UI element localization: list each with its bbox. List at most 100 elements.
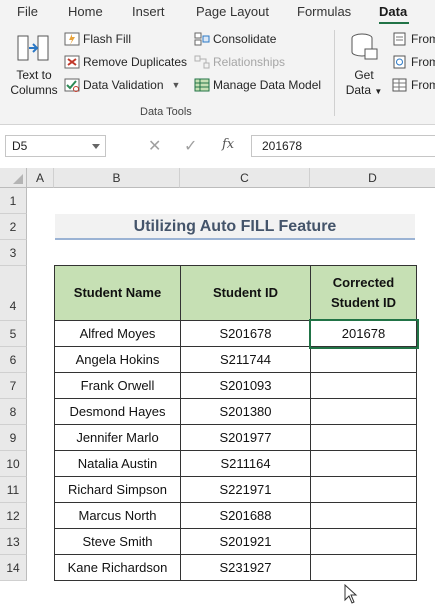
from-text-button[interactable]: From [392, 32, 435, 46]
cell-corrected[interactable] [310, 424, 417, 451]
cell-corrected[interactable] [310, 346, 417, 373]
from-table-button[interactable]: From [392, 78, 435, 92]
cell-corrected[interactable] [310, 398, 417, 425]
tab-data[interactable]: Data [379, 4, 407, 19]
column-header-c[interactable]: C [180, 168, 310, 188]
cell-id[interactable]: S201380 [180, 398, 311, 425]
row-header-7[interactable]: 7 [0, 373, 27, 399]
data-validation-label: Data Validation [83, 78, 164, 92]
cell-name[interactable]: Jennifer Marlo [54, 424, 181, 451]
row-header-2[interactable]: 2 [0, 214, 27, 240]
cancel-icon[interactable]: ✕ [148, 136, 161, 156]
tab-home[interactable]: Home [68, 4, 103, 19]
cell-corrected[interactable] [310, 528, 417, 555]
table-row: Kane Richardson S231927 [54, 554, 417, 581]
relationships-label: Relationships [213, 55, 286, 69]
row-header-8[interactable]: 8 [0, 399, 27, 425]
row-header-9[interactable]: 9 [0, 425, 27, 451]
get-data-button[interactable]: Get Data ▼ [344, 32, 384, 102]
formula-input[interactable]: 201678 [251, 135, 435, 157]
row-header-10[interactable]: 10 [0, 451, 27, 477]
ribbon-data-tools: Text to Columns Flash Fill Remove Duplic… [0, 24, 435, 125]
header-student-id[interactable]: Student ID [180, 265, 311, 321]
cell-id[interactable]: S201921 [180, 528, 311, 555]
column-header-d[interactable]: D [310, 168, 435, 188]
remove-duplicates-icon [64, 55, 80, 69]
name-box-value: D5 [12, 139, 28, 153]
name-box[interactable]: D5 [5, 135, 106, 157]
table-row: Marcus North S201688 [54, 502, 417, 529]
flash-fill-button[interactable]: Flash Fill [64, 32, 131, 46]
consolidate-button[interactable]: Consolidate [194, 32, 276, 46]
row-header-3[interactable]: 3 [0, 240, 27, 266]
formula-buttons: ✕ ✓ fx [140, 135, 248, 157]
cell-corrected[interactable]: 201678 [308, 318, 419, 349]
cell-corrected[interactable] [310, 450, 417, 477]
cell-name[interactable]: Kane Richardson [54, 554, 181, 581]
column-header-a[interactable]: A [27, 168, 54, 188]
tab-formulas[interactable]: Formulas [297, 4, 351, 19]
manage-data-model-button[interactable]: Manage Data Model [194, 78, 321, 92]
worksheet-grid[interactable]: A B C D 1 2 3 4 5 6 7 8 9 10 11 12 13 14… [0, 168, 435, 604]
cell-name[interactable]: Frank Orwell [54, 372, 181, 399]
table-row: Frank Orwell S201093 [54, 372, 417, 399]
from-web-icon [392, 55, 408, 69]
table-row: Richard Simpson S221971 [54, 476, 417, 503]
table-row: Jennifer Marlo S201977 [54, 424, 417, 451]
cell-corrected[interactable] [310, 372, 417, 399]
row-header-5[interactable]: 5 [0, 321, 27, 347]
chevron-down-icon[interactable]: ▼ [172, 80, 181, 90]
insert-function-icon[interactable]: fx [222, 137, 234, 152]
chevron-down-icon[interactable] [92, 144, 100, 149]
sheet-title: Utilizing Auto FILL Feature [55, 214, 415, 240]
cell-id[interactable]: S211164 [180, 450, 311, 477]
cell-name[interactable]: Natalia Austin [54, 450, 181, 477]
get-data-label-1: Get [354, 68, 374, 82]
cell-name[interactable]: Desmond Hayes [54, 398, 181, 425]
cell-corrected[interactable] [310, 554, 417, 581]
row-header-11[interactable]: 11 [0, 477, 27, 503]
data-model-icon [194, 78, 210, 92]
cell-corrected[interactable] [310, 476, 417, 503]
cell-corrected[interactable] [310, 502, 417, 529]
header-student-name[interactable]: Student Name [54, 265, 181, 321]
cell-name[interactable]: Steve Smith [54, 528, 181, 555]
data-validation-icon [64, 78, 80, 92]
cell-name[interactable]: Alfred Moyes [54, 320, 181, 347]
formula-bar: D5 ✕ ✓ fx 201678 [0, 132, 435, 160]
row-header-6[interactable]: 6 [0, 347, 27, 373]
cell-id[interactable]: S231927 [180, 554, 311, 581]
select-all-button[interactable] [0, 168, 27, 188]
from-web-button[interactable]: From [392, 55, 435, 69]
cell-name[interactable]: Marcus North [54, 502, 181, 529]
cell-name[interactable]: Richard Simpson [54, 476, 181, 503]
table-row: Angela Hokins S211744 [54, 346, 417, 373]
header-corrected-id[interactable]: Corrected Student ID [310, 265, 417, 321]
text-to-columns-button[interactable]: Text to Columns [6, 30, 62, 102]
row-header-12[interactable]: 12 [0, 503, 27, 529]
remove-duplicates-button[interactable]: Remove Duplicates [64, 55, 187, 69]
cell-name[interactable]: Angela Hokins [54, 346, 181, 373]
row-header-14[interactable]: 14 [0, 555, 27, 581]
tab-page-layout[interactable]: Page Layout [196, 4, 269, 19]
from-table-icon [392, 78, 408, 92]
cell-id[interactable]: S201977 [180, 424, 311, 451]
relationships-button[interactable]: Relationships [194, 55, 285, 69]
cell-id[interactable]: S211744 [180, 346, 311, 373]
consolidate-icon [194, 32, 210, 46]
cell-id[interactable]: S201678 [180, 320, 311, 347]
column-header-b[interactable]: B [54, 168, 180, 188]
enter-icon[interactable]: ✓ [184, 136, 197, 156]
row-header-1[interactable]: 1 [0, 188, 27, 214]
tab-insert[interactable]: Insert [132, 4, 165, 19]
row-header-4[interactable]: 4 [0, 266, 27, 321]
cell-id[interactable]: S201688 [180, 502, 311, 529]
cell-id[interactable]: S201093 [180, 372, 311, 399]
chevron-down-icon: ▼ [374, 87, 383, 96]
manage-data-model-label: Manage Data Model [213, 78, 322, 92]
data-validation-button[interactable]: Data Validation ▼ [64, 78, 180, 92]
mouse-cursor-icon [344, 584, 358, 604]
tab-file[interactable]: File [17, 4, 38, 19]
row-header-13[interactable]: 13 [0, 529, 27, 555]
cell-id[interactable]: S221971 [180, 476, 311, 503]
